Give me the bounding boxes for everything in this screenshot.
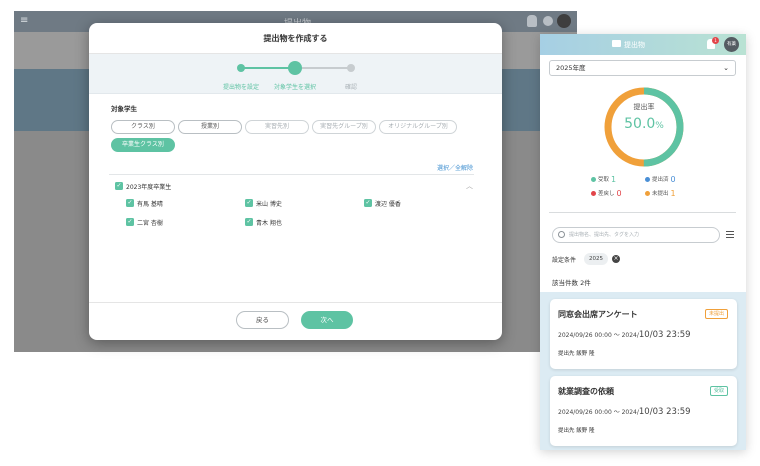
stat-not-submitted: 未提出 1 <box>645 189 676 198</box>
step-dot-done <box>237 64 245 72</box>
student-checkbox[interactable]: ✓ <box>245 199 253 207</box>
divider <box>549 212 736 213</box>
stat-submitted: 提出済 0 <box>645 175 676 184</box>
student-checkbox[interactable]: ✓ <box>245 218 253 226</box>
select-all-toggle-link[interactable]: 選択／全解除 <box>437 163 473 172</box>
mobile-header: 提出物 1 有薬 <box>540 34 746 55</box>
status-dot <box>645 191 650 196</box>
stat-returned: 差戻し 0 <box>591 189 622 198</box>
filter-settings-icon[interactable] <box>726 231 734 239</box>
step-dot-todo <box>347 64 355 72</box>
chevron-up-icon[interactable]: ︿ <box>466 181 473 191</box>
student-name: 二宮 杏樹 <box>137 220 163 227</box>
bell-icon[interactable] <box>527 15 537 27</box>
year-select[interactable]: 2025年度 ⌄ <box>549 60 736 76</box>
create-submission-modal: 提出物を作成する 提出物を設定 対象学生を選択 確認 対象学生 クラス別 授業別… <box>89 23 502 340</box>
mobile-header-title: 提出物 <box>624 41 645 49</box>
student-name: 渡辺 優香 <box>375 201 401 208</box>
submission-rate-donut: 提出率 50.0% <box>603 86 685 168</box>
condition-label: 設定条件 <box>552 257 577 264</box>
status-dot <box>645 177 650 182</box>
student-checkbox[interactable]: ✓ <box>126 199 134 207</box>
clear-condition-icon[interactable]: × <box>612 255 620 263</box>
student-name: 米山 博史 <box>256 201 282 208</box>
student-checkbox[interactable]: ✓ <box>364 199 372 207</box>
donut-label: 提出率 <box>633 103 655 111</box>
card-title: 就業調査の依頼 <box>558 387 614 396</box>
mobile-screen: 提出物 1 有薬 2025年度 ⌄ 提出率 50.0% 受取 1 提出済 0 差戻し… <box>540 34 746 450</box>
search-input[interactable]: 提出物名、提出先、タグを入力 <box>552 227 720 243</box>
filter-chip-course[interactable]: 授業別 <box>178 120 242 134</box>
filter-chip-practicum[interactable]: 実習先別 <box>245 120 309 134</box>
condition-chip: 2025 <box>584 253 608 265</box>
status-dot <box>591 177 596 182</box>
submission-list: 同窓会出席アンケート 未提出 2024/09/26 00:00 〜 2024/1… <box>540 292 746 450</box>
divider <box>109 174 474 175</box>
back-button[interactable]: 戻る <box>236 311 289 329</box>
submission-card[interactable]: 同窓会出席アンケート 未提出 2024/09/26 00:00 〜 2024/1… <box>550 299 737 369</box>
folder-icon <box>612 40 621 47</box>
student-name: 青木 翔也 <box>256 220 282 227</box>
group-checkbox[interactable]: ✓ <box>115 182 123 190</box>
stepper: 提出物を設定 対象学生を選択 確認 <box>89 54 502 94</box>
section-label: 対象学生 <box>111 105 137 113</box>
card-date-range: 2024/09/26 00:00 〜 2024/10/03 23:59 <box>558 330 691 340</box>
status-badge: 未提出 <box>704 309 728 319</box>
submission-card[interactable]: 就業調査の依頼 受取 2024/09/26 00:00 〜 2024/10/03… <box>550 376 737 446</box>
group-label: 2023年度卒業生 <box>126 184 172 191</box>
student-name: 有馬 基晴 <box>137 201 163 208</box>
notification-badge: 1 <box>712 37 719 44</box>
step-label: 確認 <box>344 84 358 91</box>
avatar[interactable]: 有薬 <box>724 37 739 52</box>
filter-chip-graduate-class[interactable]: 卒業生クラス別 <box>111 138 175 152</box>
filter-chip-class[interactable]: クラス別 <box>111 120 175 134</box>
donut-value: 50.0% <box>624 116 664 132</box>
step-label: 対象学生を選択 <box>273 84 317 91</box>
chevron-down-icon: ⌄ <box>723 64 729 72</box>
step-dot-current <box>288 61 302 75</box>
card-date-range: 2024/09/26 00:00 〜 2024/10/03 23:59 <box>558 407 691 417</box>
search-placeholder: 提出物名、提出先、タグを入力 <box>569 232 640 238</box>
avatar[interactable] <box>557 14 571 28</box>
stat-received: 受取 1 <box>591 175 616 184</box>
filter-chip-original-group[interactable]: オリジナルグループ別 <box>379 120 457 134</box>
step-connector <box>295 67 351 69</box>
step-label: 提出物を設定 <box>222 84 260 91</box>
student-checkbox[interactable]: ✓ <box>126 218 134 226</box>
filter-chip-practicum-group[interactable]: 実習先グループ別 <box>312 120 376 134</box>
gear-icon[interactable] <box>543 16 553 26</box>
result-count: 該当件数 2件 <box>552 279 591 287</box>
modal-footer: 戻る 次へ <box>89 302 502 340</box>
year-select-value: 2025年度 <box>556 64 586 72</box>
modal-title: 提出物を作成する <box>89 23 502 54</box>
next-button[interactable]: 次へ <box>301 311 353 329</box>
hamburger-menu-icon[interactable]: ≡ <box>20 16 30 26</box>
search-icon <box>558 231 565 238</box>
step-connector <box>241 67 295 69</box>
card-title: 同窓会出席アンケート <box>558 310 638 319</box>
status-badge: 受取 <box>709 386 728 396</box>
card-owner: 提出先 飯野 隆 <box>558 351 595 357</box>
status-dot <box>591 191 596 196</box>
card-owner: 提出先 飯野 隆 <box>558 428 595 434</box>
